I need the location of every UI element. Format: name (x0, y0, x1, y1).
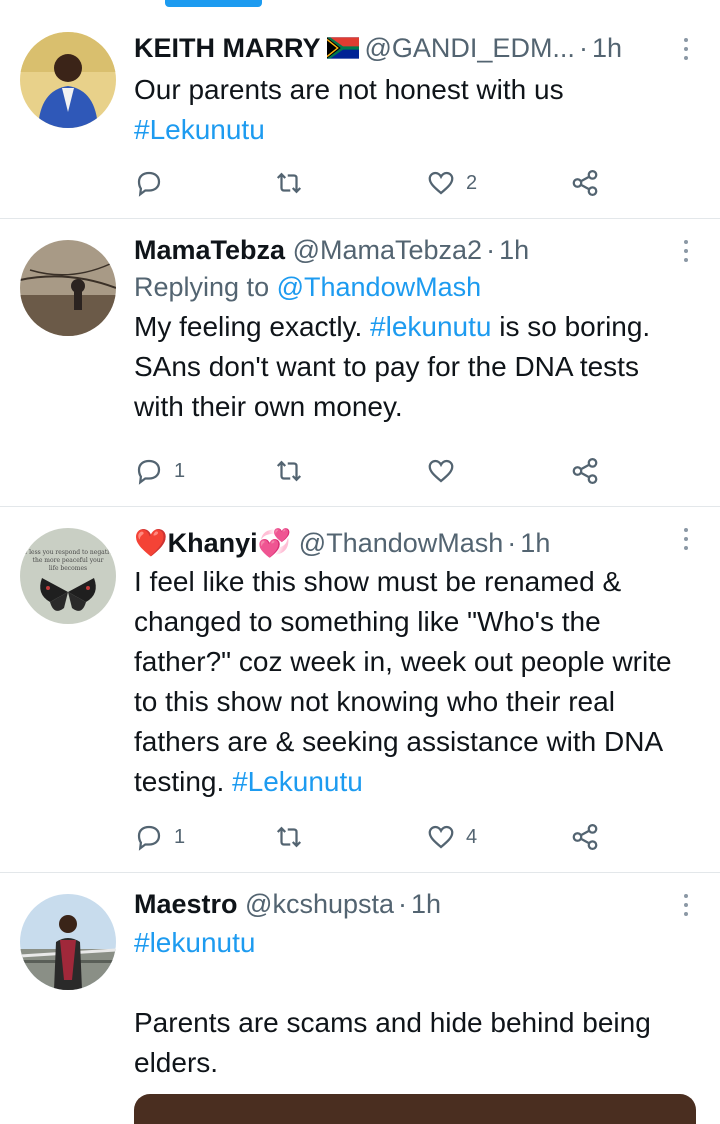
tweet-header: Maestro @kcshupsta · 1h (134, 889, 442, 919)
retweet-button[interactable] (274, 817, 314, 857)
retweet-icon (276, 172, 302, 194)
tweet-media-image[interactable] (134, 1094, 696, 1124)
like-icon (428, 171, 454, 195)
more-options-icon[interactable] (682, 528, 690, 555)
reply-button[interactable]: 1 (134, 817, 185, 857)
timestamp[interactable]: 1h (499, 235, 529, 265)
share-button[interactable] (570, 451, 600, 491)
more-options-icon[interactable] (682, 38, 690, 65)
display-name[interactable]: KEITH MARRY (134, 33, 321, 63)
avatar[interactable] (20, 240, 116, 336)
svg-text:The less you respond to negati: The less you respond to negativity (20, 549, 116, 556)
like-button[interactable] (426, 451, 466, 491)
replying-to: Replying to @ThandowMash (134, 272, 482, 302)
timestamp[interactable]: 1h (411, 889, 441, 919)
retweet-button[interactable] (274, 451, 314, 491)
more-options-icon[interactable] (682, 894, 690, 921)
like-icon (428, 459, 454, 483)
share-icon (572, 824, 598, 850)
tweet-text: #lekunutu Parents are scams and hide beh… (134, 923, 680, 1083)
retweet-icon (276, 460, 302, 482)
tweet-khanyi[interactable]: The less you respond to negativity the m… (0, 506, 720, 873)
handle[interactable]: @GANDI_EDM... (365, 33, 575, 63)
tweet-header: KEITH MARRY @GANDI_EDM... · 1h (134, 33, 622, 63)
tweet-text: My feeling exactly. #lekunutu is so bori… (134, 311, 651, 422)
svg-text:life becomes: life becomes (49, 565, 87, 572)
timestamp[interactable]: 1h (592, 33, 622, 63)
avatar[interactable]: The less you respond to negativity the m… (20, 528, 116, 624)
tweet-text: Our parents are not honest with us #Leku… (134, 70, 680, 150)
handle[interactable]: @kcshupsta (245, 889, 394, 919)
display-name[interactable]: ❤️Khanyi💞 (134, 528, 291, 558)
like-button[interactable]: 2 (426, 163, 477, 203)
more-options-icon[interactable] (682, 240, 690, 267)
hashtag-link[interactable]: #Lekunutu (134, 110, 680, 150)
hashtag-link[interactable]: #lekunutu (134, 923, 680, 963)
reply-icon (137, 825, 161, 851)
mention-link[interactable]: @ThandowMash (277, 272, 482, 302)
tweet-header: MamaTebza @MamaTebza2 · 1h (134, 235, 530, 265)
reply-button[interactable]: 1 (134, 451, 185, 491)
tweet-header: ❤️Khanyi💞 @ThandowMash · 1h (134, 528, 551, 558)
reply-icon (137, 171, 161, 197)
share-button[interactable] (570, 163, 600, 203)
reply-button[interactable] (134, 163, 174, 203)
share-button[interactable] (570, 817, 600, 857)
svg-text:the more peaceful your: the more peaceful your (33, 557, 104, 564)
avatar[interactable] (20, 32, 116, 128)
share-icon (572, 458, 598, 484)
share-icon (572, 170, 598, 196)
tweet-keith-marry[interactable]: KEITH MARRY @GANDI_EDM... · 1h Our parents… (0, 0, 720, 219)
handle[interactable]: @ThandowMash (299, 528, 504, 558)
retweet-button[interactable] (274, 163, 314, 203)
hashtag-link[interactable]: #lekunutu (370, 311, 491, 342)
display-name[interactable]: Maestro (134, 889, 238, 919)
handle[interactable]: @MamaTebza2 (293, 235, 483, 265)
like-button[interactable]: 4 (426, 817, 477, 857)
tweet-mamatebza[interactable]: MamaTebza @MamaTebza2 · 1h Replying to @Th… (0, 218, 720, 507)
like-icon (428, 825, 454, 849)
tweet-text: I feel like this show must be renamed & … (134, 566, 672, 797)
display-name[interactable]: MamaTebza (134, 235, 285, 265)
hashtag-link[interactable]: #Lekunutu (232, 766, 363, 797)
reply-icon (137, 459, 161, 485)
timestamp[interactable]: 1h (520, 528, 550, 558)
tweet-maestro[interactable]: Maestro @kcshupsta · 1h #lekunutu Parents … (0, 872, 720, 1106)
south-africa-flag (326, 37, 359, 59)
retweet-icon (276, 826, 302, 848)
avatar[interactable] (20, 894, 116, 990)
